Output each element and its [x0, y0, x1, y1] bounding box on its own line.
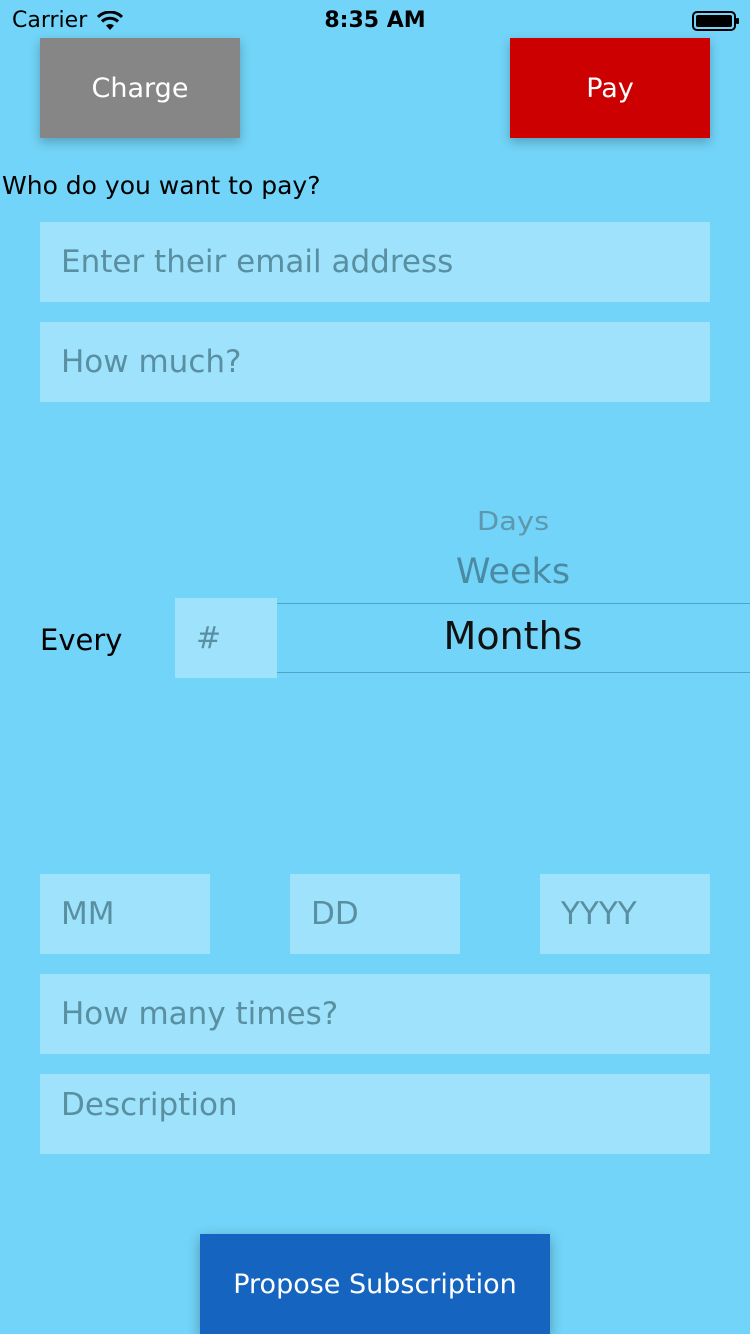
year-field[interactable]	[540, 874, 710, 954]
amount-field[interactable]	[40, 322, 710, 402]
picker-option-months-selected[interactable]: Months	[277, 614, 749, 658]
email-field[interactable]	[40, 222, 710, 302]
times-field[interactable]	[40, 974, 710, 1054]
status-bar-time: 8:35 AM	[324, 8, 426, 33]
description-field[interactable]	[40, 1074, 710, 1154]
charge-button-label: Charge	[91, 72, 189, 104]
interval-number-field[interactable]	[175, 598, 277, 678]
every-label: Every	[40, 623, 123, 657]
pay-button-label: Pay	[586, 72, 634, 104]
propose-subscription-label: Propose Subscription	[233, 1268, 517, 1300]
propose-subscription-button[interactable]: Propose Subscription	[200, 1234, 550, 1334]
interval-unit-picker[interactable]: Days Weeks Months	[277, 490, 750, 760]
recipient-question: Who do you want to pay?	[2, 171, 321, 200]
picker-option-weeks[interactable]: Weeks	[277, 552, 749, 592]
picker-selection-bottom-line	[277, 672, 750, 673]
month-field[interactable]	[40, 874, 210, 954]
picker-selection-top-line	[277, 603, 750, 604]
charge-button[interactable]: Charge	[40, 38, 240, 138]
day-field[interactable]	[290, 874, 460, 954]
battery-icon	[692, 11, 739, 31]
pay-button[interactable]: Pay	[510, 38, 710, 138]
picker-option-days[interactable]: Days	[277, 506, 749, 536]
